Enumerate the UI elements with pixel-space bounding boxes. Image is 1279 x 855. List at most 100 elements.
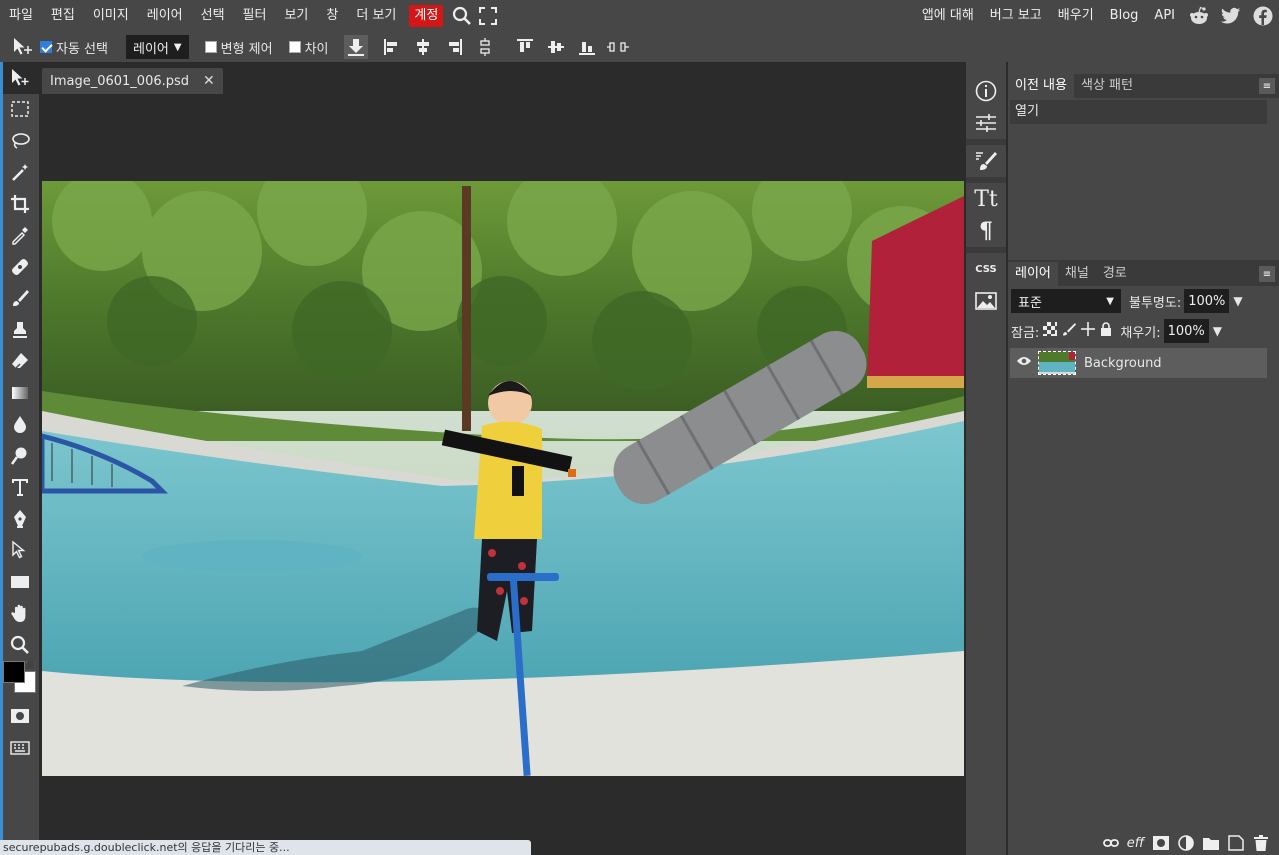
info-icon[interactable] xyxy=(966,75,1006,107)
document-tab-title: Image_0601_006.psd xyxy=(50,73,190,89)
menu-about[interactable]: 앱에 대해 xyxy=(914,0,982,32)
brush-settings-icon[interactable] xyxy=(966,145,1006,177)
auto-select-checkbox[interactable]: 자동 선택 xyxy=(40,38,108,57)
transform-controls-checkbox[interactable]: 변형 제어 xyxy=(204,38,273,57)
tab-history[interactable]: 이전 내용 xyxy=(1008,74,1074,98)
opacity-dropdown-icon[interactable]: ▼ xyxy=(1233,294,1242,308)
document-tab[interactable]: Image_0601_006.psd ✕ xyxy=(42,68,223,94)
layer-row[interactable]: Background xyxy=(1010,348,1267,378)
reddit-icon[interactable] xyxy=(1183,6,1215,26)
adjustments-icon[interactable] xyxy=(966,107,1006,139)
menu-bug-report[interactable]: 버그 보고 xyxy=(982,0,1050,32)
search-icon[interactable] xyxy=(449,0,475,32)
menu-image[interactable]: 이미지 xyxy=(84,0,138,32)
gradient-tool[interactable] xyxy=(0,377,39,409)
menu-layer[interactable]: 레이어 xyxy=(138,0,192,32)
history-entry[interactable]: 열기 xyxy=(1010,100,1267,124)
menu-filter[interactable]: 필터 xyxy=(234,0,276,32)
swap-colors-icon[interactable]: ⬛ xyxy=(25,661,35,670)
move-tool[interactable] xyxy=(0,62,39,94)
marquee-tool[interactable] xyxy=(0,94,39,126)
fill-dropdown-icon[interactable]: ▼ xyxy=(1213,324,1222,338)
lock-move-icon[interactable] xyxy=(1081,322,1096,340)
eye-icon[interactable] xyxy=(1016,355,1032,371)
hand-tool[interactable] xyxy=(0,598,39,630)
blend-mode-select[interactable]: 표준 ▼ xyxy=(1011,289,1121,313)
auto-select-check[interactable] xyxy=(40,41,52,53)
quick-mask-icon[interactable] xyxy=(0,701,39,733)
lasso-tool[interactable] xyxy=(0,125,39,157)
stamp-tool[interactable] xyxy=(0,314,39,346)
align-hcenter-icon[interactable] xyxy=(411,35,435,59)
align-bottom-icon[interactable] xyxy=(575,35,599,59)
menu-edit[interactable]: 편집 xyxy=(42,0,84,32)
options-bar: 자동 선택 레이어 ▼ 변형 제어 차이 xyxy=(0,32,1279,62)
chevron-down-icon: ▼ xyxy=(1106,295,1114,307)
menu-select[interactable]: 선택 xyxy=(192,0,234,32)
new-layer-icon[interactable] xyxy=(1223,832,1248,854)
menu-learn[interactable]: 배우기 xyxy=(1050,0,1102,32)
menu-view[interactable]: 보기 xyxy=(275,0,317,32)
crop-tool[interactable] xyxy=(0,188,39,220)
distribute-h-icon[interactable] xyxy=(473,35,497,59)
history-panel-menu-icon[interactable]: ≡ xyxy=(1259,78,1275,94)
target-select-value: 레이어 xyxy=(132,41,169,57)
close-tab-icon[interactable]: ✕ xyxy=(203,73,215,89)
menu-window[interactable]: 창 xyxy=(317,0,347,32)
transform-check[interactable] xyxy=(204,41,217,53)
align-vcenter-icon[interactable] xyxy=(544,35,568,59)
mask-icon[interactable] xyxy=(1148,832,1173,854)
distance-checkbox[interactable]: 차이 xyxy=(288,38,328,57)
layers-panel-menu-icon[interactable]: ≡ xyxy=(1259,266,1275,282)
effects-icon[interactable]: eff xyxy=(1123,832,1148,854)
tab-paths[interactable]: 경로 xyxy=(1096,262,1134,286)
lock-paint-icon[interactable] xyxy=(1062,322,1077,340)
menu-account[interactable]: 계정 xyxy=(409,5,444,27)
shape-tool[interactable] xyxy=(0,566,39,598)
twitter-icon[interactable] xyxy=(1215,7,1247,25)
brush-tool[interactable] xyxy=(0,283,39,315)
eyedropper-tool[interactable] xyxy=(0,220,39,252)
css-icon[interactable]: CSS xyxy=(966,253,1006,285)
align-right-icon[interactable] xyxy=(442,35,466,59)
distance-check[interactable] xyxy=(288,41,301,53)
menu-file[interactable]: 파일 xyxy=(0,0,42,32)
trash-icon[interactable] xyxy=(1248,832,1273,854)
link-icon[interactable] xyxy=(1098,832,1123,854)
eraser-tool[interactable] xyxy=(0,346,39,378)
foreground-color-swatch[interactable] xyxy=(3,660,25,683)
tab-swatches[interactable]: 색상 패턴 xyxy=(1074,74,1140,98)
lock-all-icon[interactable] xyxy=(1100,322,1112,340)
menu-more[interactable]: 더 보기 xyxy=(347,0,405,32)
layer-name[interactable]: Background xyxy=(1084,356,1162,371)
canvas-image[interactable] xyxy=(42,181,964,776)
pen-tool[interactable] xyxy=(0,503,39,535)
paragraph-icon[interactable]: ¶ xyxy=(966,215,1006,247)
menu-api[interactable]: API xyxy=(1146,0,1183,32)
fill-input[interactable]: 100% xyxy=(1163,319,1209,343)
blur-tool[interactable] xyxy=(0,409,39,441)
facebook-icon[interactable] xyxy=(1247,6,1279,26)
target-select[interactable]: 레이어 ▼ xyxy=(125,35,189,59)
folder-icon[interactable] xyxy=(1198,832,1223,854)
magic-wand-tool[interactable] xyxy=(0,157,39,189)
menu-blog[interactable]: Blog xyxy=(1102,0,1147,32)
dodge-tool[interactable] xyxy=(0,440,39,472)
keyboard-icon[interactable] xyxy=(0,732,39,764)
align-left-icon[interactable] xyxy=(380,35,404,59)
lock-transparency-icon[interactable] xyxy=(1043,322,1058,340)
adjustment-icon[interactable] xyxy=(1173,832,1198,854)
opacity-input[interactable]: 100% xyxy=(1184,289,1230,313)
tab-layers[interactable]: 레이어 xyxy=(1008,262,1058,286)
align-top-icon[interactable] xyxy=(513,35,537,59)
tab-channels[interactable]: 채널 xyxy=(1058,262,1096,286)
type-tool[interactable] xyxy=(0,472,39,504)
distribute-v-icon[interactable] xyxy=(606,35,630,59)
path-select-tool[interactable] xyxy=(0,535,39,567)
download-icon[interactable] xyxy=(344,35,369,59)
character-icon[interactable]: Tt xyxy=(966,183,1006,215)
fullscreen-icon[interactable] xyxy=(475,0,501,32)
image-icon[interactable] xyxy=(966,285,1006,317)
healing-tool[interactable] xyxy=(0,251,39,283)
zoom-tool[interactable] xyxy=(0,629,39,661)
